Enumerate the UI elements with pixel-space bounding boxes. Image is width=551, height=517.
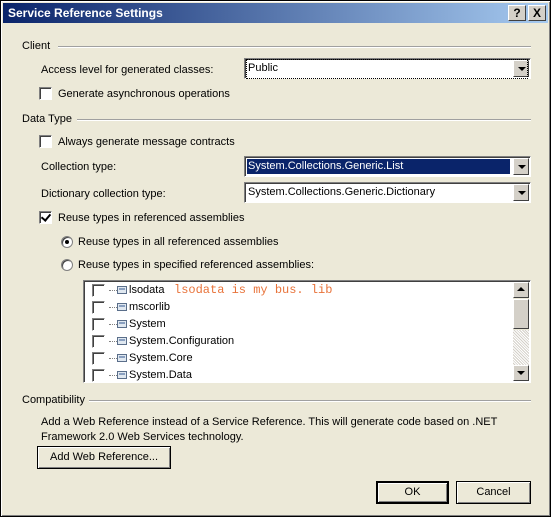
tree-connector bbox=[109, 375, 117, 376]
assembly-checkbox[interactable] bbox=[92, 301, 105, 314]
list-item[interactable]: System.Core bbox=[90, 350, 490, 367]
assembly-name: System.Data bbox=[129, 369, 192, 381]
assembly-name: System bbox=[129, 318, 166, 330]
assembly-name: lsodata bbox=[129, 284, 165, 296]
scroll-track[interactable] bbox=[513, 330, 529, 368]
compatibility-group-title: Compatibility bbox=[22, 394, 85, 406]
tree-connector bbox=[109, 307, 117, 308]
assembly-name: mscorlib bbox=[129, 301, 170, 313]
scroll-thumb[interactable] bbox=[513, 299, 529, 329]
assembly-icon bbox=[117, 303, 127, 311]
message-contracts-label: Always generate message contracts bbox=[58, 136, 235, 148]
collection-type-value: System.Collections.Generic.List bbox=[247, 159, 510, 174]
collection-type-label: Collection type: bbox=[41, 161, 117, 173]
reuse-types-checkbox[interactable] bbox=[39, 211, 52, 224]
assembly-icon bbox=[117, 320, 127, 328]
reuse-specified-label: Reuse types in specified referenced asse… bbox=[78, 259, 315, 271]
compatibility-group-divider bbox=[89, 400, 531, 402]
annotation-note: lsodata is my bus. lib bbox=[171, 283, 385, 297]
assembly-checkbox[interactable] bbox=[92, 318, 105, 331]
client-group-title: Client bbox=[22, 40, 51, 52]
list-item[interactable]: System bbox=[90, 316, 490, 333]
close-button[interactable]: X bbox=[528, 5, 546, 21]
reuse-types-label: Reuse types in referenced assemblies bbox=[58, 212, 245, 224]
dialog-title: Service Reference Settings bbox=[8, 6, 163, 20]
dictionary-type-value: System.Collections.Generic.Dictionary bbox=[248, 186, 436, 198]
scroll-down-icon[interactable] bbox=[513, 365, 529, 381]
async-operations-label: Generate asynchronous operations bbox=[58, 88, 230, 100]
tree-connector bbox=[109, 290, 117, 291]
assembly-icon bbox=[117, 354, 127, 362]
help-button[interactable]: ? bbox=[508, 5, 526, 21]
list-item[interactable]: mscorlib bbox=[90, 299, 490, 316]
assembly-checkbox[interactable] bbox=[92, 352, 105, 365]
scroll-up-icon[interactable] bbox=[513, 282, 529, 298]
dictionary-type-label: Dictionary collection type: bbox=[41, 188, 166, 200]
dictionary-type-combo[interactable]: System.Collections.Generic.Dictionary bbox=[244, 182, 531, 203]
add-web-reference-button[interactable]: Add Web Reference... bbox=[37, 446, 171, 469]
data-type-group-title: Data Type bbox=[22, 113, 72, 125]
list-item[interactable]: System.Data bbox=[90, 367, 490, 382]
title-bar: Service Reference Settings ? X bbox=[3, 3, 548, 23]
tree-connector bbox=[109, 358, 117, 359]
reuse-all-label: Reuse types in all referenced assemblies bbox=[78, 236, 279, 248]
assembly-icon bbox=[117, 371, 127, 379]
chevron-down-icon[interactable] bbox=[513, 60, 529, 77]
service-reference-settings-dialog: Service Reference Settings ? X Client Ac… bbox=[0, 0, 551, 517]
assembly-checkbox[interactable] bbox=[92, 369, 105, 382]
async-operations-checkbox[interactable] bbox=[39, 87, 52, 100]
tree-connector bbox=[109, 324, 117, 325]
ok-button[interactable]: OK bbox=[376, 481, 449, 504]
reuse-all-radio[interactable] bbox=[61, 236, 73, 248]
assembly-icon bbox=[117, 337, 127, 345]
access-level-combo[interactable]: Public bbox=[244, 58, 531, 79]
list-item[interactable]: System.Configuration bbox=[90, 333, 490, 350]
message-contracts-checkbox[interactable] bbox=[39, 135, 52, 148]
assembly-name: System.Configuration bbox=[129, 335, 235, 347]
tree-connector bbox=[109, 341, 117, 342]
client-group-divider bbox=[58, 46, 531, 48]
assembly-name: System.Core bbox=[129, 352, 193, 364]
reuse-specified-radio[interactable] bbox=[61, 259, 73, 271]
chevron-down-icon[interactable] bbox=[513, 184, 529, 201]
cancel-button[interactable]: Cancel bbox=[456, 481, 531, 504]
compatibility-description: Add a Web Reference instead of a Service… bbox=[41, 416, 498, 443]
chevron-down-icon[interactable] bbox=[513, 158, 529, 175]
assembly-checkbox[interactable] bbox=[92, 335, 105, 348]
access-level-label: Access level for generated classes: bbox=[41, 64, 214, 76]
collection-type-combo[interactable]: System.Collections.Generic.List bbox=[244, 156, 531, 177]
assembly-icon bbox=[117, 286, 127, 294]
access-level-value: Public bbox=[248, 62, 278, 74]
data-type-group-divider bbox=[77, 119, 531, 121]
vertical-scrollbar[interactable] bbox=[513, 282, 529, 381]
assembly-checkbox[interactable] bbox=[92, 284, 105, 297]
